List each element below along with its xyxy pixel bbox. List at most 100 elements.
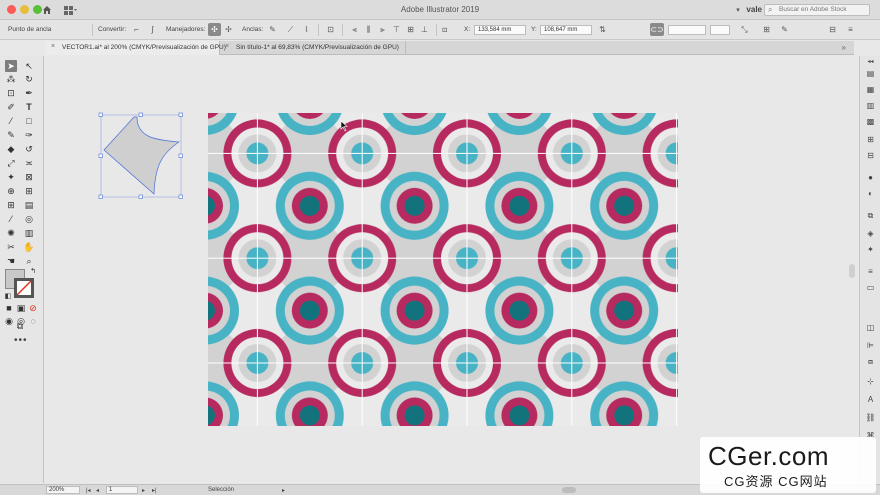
stepper-icon[interactable]: ⇅ — [596, 23, 609, 36]
edit-toolbar-icon[interactable]: ••• — [14, 335, 28, 346]
convert-corner-icon[interactable]: ⌐ — [130, 23, 143, 36]
lasso-tool-icon[interactable]: ↻ — [23, 73, 35, 85]
eyedropper-tool-icon[interactable]: ⁄ — [5, 213, 17, 225]
transform-icon[interactable]: ⤡ — [738, 23, 751, 36]
color-panel-icon[interactable]: ● — [865, 172, 876, 183]
arrange-icon[interactable]: ⊟ — [826, 23, 839, 36]
tab-vector1[interactable]: × VECTOR1.ai* al 200% (CMYK/Previsualiza… — [46, 41, 226, 55]
free-transform-tool-icon[interactable]: ⊠ — [23, 171, 35, 183]
stroke-swatch[interactable] — [14, 278, 34, 298]
align-bottom-icon[interactable]: ⊥ — [418, 23, 431, 36]
handles-show-icon[interactable]: ✣ — [208, 23, 221, 36]
appearance-panel-icon[interactable]: ◈ — [865, 228, 876, 239]
y-coordinate-field[interactable]: 108,647 mm — [540, 25, 592, 35]
direct-selection-tool-icon[interactable]: ↖ — [23, 60, 35, 72]
swap-fill-stroke-icon[interactable]: ↰ — [27, 265, 39, 277]
canvas[interactable] — [45, 56, 855, 483]
tab-sin-titulo-1[interactable]: × Sin título-1* al 69,83% (CMYK/Previsua… — [220, 41, 406, 55]
graphic-styles-panel-icon[interactable]: ✦ — [865, 244, 876, 255]
align-panel-icon[interactable]: ⊫ — [865, 340, 876, 351]
scale-tool-icon[interactable]: ⤢ — [5, 157, 17, 169]
dock-collapse-icon[interactable]: ◂◂ — [865, 56, 876, 67]
eraser-tool-icon[interactable]: ◆ — [5, 143, 17, 155]
selected-shape[interactable] — [98, 112, 189, 202]
symbol-sprayer-tool-icon[interactable]: ✺ — [5, 227, 17, 239]
zoom-field[interactable]: 200% — [46, 486, 80, 494]
selection-tool-icon[interactable]: ➤ — [5, 60, 17, 72]
h-field[interactable] — [710, 25, 730, 35]
link-dimensions-icon[interactable]: ⊂⊃ — [650, 23, 664, 36]
color-mode-icon[interactable]: ■ — [3, 302, 15, 314]
mesh-tool-icon[interactable]: ⊞ — [5, 199, 17, 211]
tab-overflow-icon[interactable]: » — [842, 43, 846, 52]
edit-icon[interactable]: ✎ — [778, 23, 791, 36]
close-icon[interactable]: × — [51, 43, 55, 50]
transparency-panel-icon[interactable]: ◫ — [865, 322, 876, 333]
slice-tool-icon[interactable]: ✂ — [5, 241, 17, 253]
align-center-icon[interactable]: ⫼ — [362, 23, 375, 36]
stock-search-input[interactable]: ⌕ Buscar en Adobe Stock — [764, 4, 870, 16]
paintbrush-tool-icon[interactable]: ✒ — [23, 87, 35, 99]
join-anchors-icon[interactable]: ⌇ — [300, 23, 313, 36]
properties-panel-icon[interactable]: ▤ — [865, 68, 876, 79]
gradient-mode-icon[interactable]: ▣ — [15, 302, 27, 314]
artboard[interactable] — [208, 113, 678, 426]
hand-tool-alt-icon[interactable]: ☚ — [5, 255, 17, 267]
reference-point-icon[interactable]: ⊡ — [442, 26, 447, 34]
puppet-warp-tool-icon[interactable]: ✦ — [5, 171, 17, 183]
chevron-down-icon[interactable]: ▾ — [732, 3, 744, 17]
align-middle-icon[interactable]: ⊞ — [404, 23, 417, 36]
default-colors-icon[interactable]: ◧ — [2, 290, 14, 302]
graph-tool-icon[interactable]: ▥ — [23, 227, 35, 239]
libraries-panel-icon[interactable]: ▦ — [865, 84, 876, 95]
user-name[interactable]: vale — [746, 5, 762, 14]
links-panel-icon[interactable]: ⛓ — [865, 412, 876, 423]
align-left-icon[interactable]: ⫷ — [348, 23, 361, 36]
artboard-tool-icon[interactable]: ⊡ — [5, 87, 17, 99]
type-tool-icon[interactable]: T — [23, 101, 35, 113]
isolate-mode-icon[interactable]: ⊞ — [760, 23, 773, 36]
status-menu-icon[interactable]: ▸ — [282, 487, 285, 494]
shape-builder-tool-icon[interactable]: ⊕ — [5, 185, 17, 197]
remove-anchor-icon[interactable]: ✎ — [266, 23, 279, 36]
pathfinder-panel-icon[interactable]: ⧈ — [865, 356, 876, 367]
perspective-grid-tool-icon[interactable]: ⊞ — [23, 185, 35, 197]
symbols-panel-icon[interactable]: ⊟ — [865, 150, 876, 161]
width-tool-icon[interactable]: ≍ — [23, 157, 35, 169]
close-icon[interactable]: × — [225, 43, 229, 50]
rotate-tool-icon[interactable]: ↺ — [23, 143, 35, 155]
none-mode-icon[interactable]: ⊘ — [27, 302, 39, 314]
convert-smooth-icon[interactable]: ∫ — [146, 23, 159, 36]
blend-tool-icon[interactable]: ◎ — [23, 213, 35, 225]
pencil-tool-icon[interactable]: ✎ — [5, 129, 17, 141]
w-field[interactable] — [668, 25, 706, 35]
x-coordinate-field[interactable]: 133,584 mm — [474, 25, 526, 35]
swatches-panel-icon[interactable]: ▩ — [865, 116, 876, 127]
layers-panel-icon[interactable]: ▥ — [865, 100, 876, 111]
cut-path-icon[interactable]: ⟋ — [284, 23, 297, 36]
canvas-scrollbar[interactable] — [849, 264, 855, 278]
last-artboard-icon[interactable]: ▸| — [152, 487, 157, 494]
magic-wand-tool-icon[interactable]: ⁂ — [5, 73, 17, 85]
isolate-icon[interactable]: ⊡ — [324, 23, 337, 36]
gradient-panel-icon[interactable]: ▭ — [865, 282, 876, 293]
rectangle-tool-icon[interactable]: □ — [23, 115, 35, 127]
transform-panel-icon[interactable]: ⊹ — [865, 376, 876, 387]
gradient-tool-icon[interactable]: ▤ — [23, 199, 35, 211]
stroke-panel-icon[interactable]: ≡ — [865, 266, 876, 277]
align-top-icon[interactable]: ⊤ — [390, 23, 403, 36]
brushes-panel-icon[interactable]: ⊞ — [865, 134, 876, 145]
color-guide-panel-icon[interactable]: ◐ — [865, 188, 876, 199]
handles-hide-icon[interactable]: ✢ — [222, 23, 235, 36]
blob-brush-tool-icon[interactable]: ✑ — [23, 129, 35, 141]
line-tool-icon[interactable]: ⁄ — [5, 115, 17, 127]
first-artboard-icon[interactable]: |◂ — [86, 487, 91, 494]
pen-tool-icon[interactable]: ✐ — [5, 101, 17, 113]
next-artboard-icon[interactable]: ▸ — [142, 487, 145, 494]
screen-mode-icon[interactable]: ⧉ — [14, 320, 26, 332]
align-right-icon[interactable]: ⫸ — [376, 23, 389, 36]
horizontal-scrollbar[interactable] — [562, 487, 576, 493]
draw-inside-icon[interactable]: ◌ — [27, 315, 39, 327]
artboard-field[interactable]: 1 — [106, 486, 138, 494]
hand-tool-icon[interactable]: ✋ — [23, 241, 35, 253]
